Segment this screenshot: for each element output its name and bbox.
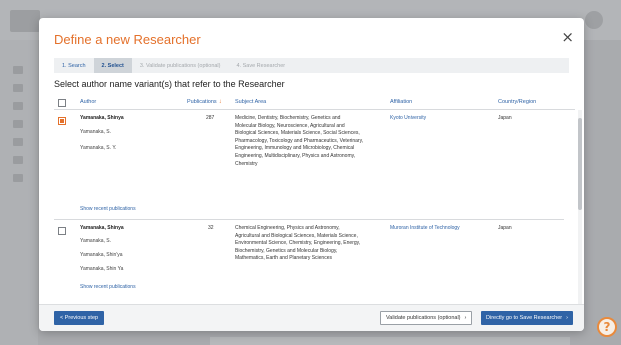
show-recent-publications-link[interactable]: Show recent publications xyxy=(80,284,136,290)
subject-line: Engineering, Multidisciplinary, Physics … xyxy=(235,152,356,159)
header-subject-area[interactable]: Subject Area xyxy=(235,99,266,105)
stepper-filler xyxy=(293,58,569,73)
header-author[interactable]: Author xyxy=(80,99,96,105)
go-to-save-researcher-button[interactable]: Directly go to Save Researcher › xyxy=(481,311,573,325)
author-variant: Yamanaka, S. Y. xyxy=(80,145,117,151)
previous-step-button[interactable]: < Previous step xyxy=(54,311,105,325)
subject-line: Pharmacology, Toxicology and Pharmaceuti… xyxy=(235,137,364,144)
subject-area: Chemical Engineering, Physics and Astron… xyxy=(235,225,385,263)
validate-publications-button[interactable]: Validate publications (optional) › xyxy=(380,311,473,325)
go-to-save-researcher-label: Directly go to Save Researcher xyxy=(486,315,563,321)
step-search[interactable]: 1. Search xyxy=(54,58,94,73)
subject-line: Biochemistry, Genetics and Molecular Bio… xyxy=(235,247,338,254)
author-variant: Yamanaka, S. xyxy=(80,238,112,244)
subject-line: Chemical Engineering, Physics and Astron… xyxy=(235,225,340,231)
subject-line: Molecular Biology, Neuroscience, Agricul… xyxy=(235,122,345,129)
sort-down-arrow-icon: ↓ xyxy=(218,99,222,105)
step-save-researcher: 4. Save Researcher xyxy=(236,62,286,69)
author-variants-table: Author Publications ↓ Subject Area Affili… xyxy=(54,96,575,318)
step-select[interactable]: 2. Select xyxy=(93,58,132,73)
wizard-stepper: 1. Search 2. Select 3. Validate publicat… xyxy=(54,58,569,73)
background-nav-icon xyxy=(13,174,23,182)
author-variant: Yamanaka, Shin Ya xyxy=(80,266,124,272)
background-user-avatar xyxy=(585,11,603,29)
subject-line: Environmental Science, Chemistry, Engine… xyxy=(235,240,361,247)
subject-area: Medicine, Dentistry, Biochemistry, Genet… xyxy=(235,115,385,168)
validate-publications-label: Validate publications (optional) xyxy=(386,315,461,321)
dialog-footer: < Previous step Validate publications (o… xyxy=(39,304,584,331)
country: Japan xyxy=(498,225,512,231)
background-sidebar xyxy=(0,40,38,345)
publication-count: 287 xyxy=(206,115,215,121)
row-checkbox[interactable] xyxy=(58,227,66,235)
author-name: Yamanaka, Shinya xyxy=(80,115,124,121)
table-body: Yamanaka, Shinya Yamanaka, S. Yamanaka, … xyxy=(54,110,575,318)
select-all-checkbox[interactable] xyxy=(58,99,66,107)
header-country[interactable]: Country/Region xyxy=(498,99,536,105)
header-affiliation[interactable]: Affiliation xyxy=(390,99,412,105)
subject-line: Chemistry xyxy=(235,160,258,167)
table-scrollbar[interactable] xyxy=(578,110,582,315)
table-row: Yamanaka, Shinya Yamanaka, S. Yamanaka, … xyxy=(54,220,564,308)
subject-line: Agricultural and Biological Sciences, Ma… xyxy=(235,232,358,239)
close-icon[interactable]: × xyxy=(561,30,574,45)
step-validate-publications: 3. Validate publications (optional) xyxy=(139,62,221,69)
author-name: Yamanaka, Shinya xyxy=(80,225,124,231)
subject-line: Engineering, Immunology and Microbiology… xyxy=(235,145,355,152)
author-variant: Yamanaka, S. xyxy=(80,129,112,135)
background-nav-icon xyxy=(13,66,23,74)
subject-line: Biological Sciences, Materials Science, … xyxy=(235,130,360,137)
table-header: Author Publications ↓ Subject Area Affili… xyxy=(54,96,575,110)
header-publications-label: Publications xyxy=(187,99,217,105)
dialog-title: Define a new Researcher xyxy=(54,32,201,47)
subject-line: Mathematics, Earth and Planetary Science… xyxy=(235,255,332,262)
background-nav-icon xyxy=(13,156,23,164)
row-checkbox[interactable] xyxy=(58,117,66,125)
author-variant: Yamanaka, Shin'ya xyxy=(80,252,123,258)
show-recent-publications-link[interactable]: Show recent publications xyxy=(80,206,136,212)
background-logo xyxy=(10,10,40,32)
background-nav-icon xyxy=(13,120,23,128)
header-publications[interactable]: Publications ↓ xyxy=(187,99,222,105)
background-nav-icon xyxy=(13,138,23,146)
publication-count: 32 xyxy=(208,225,214,231)
country: Japan xyxy=(498,115,512,121)
affiliation-link[interactable]: Kyoto University xyxy=(390,115,426,123)
table-row: Yamanaka, Shinya Yamanaka, S. Yamanaka, … xyxy=(54,110,564,220)
scrollbar-thumb[interactable] xyxy=(578,118,582,210)
define-researcher-dialog: Define a new Researcher × 1. Search 2. S… xyxy=(39,18,584,331)
instruction-heading: Select author name variant(s) that refer… xyxy=(54,79,285,89)
chevron-right-icon: › xyxy=(464,315,467,321)
affiliation-link[interactable]: Muroran Institute of Technology xyxy=(390,225,460,233)
background-nav-icon xyxy=(13,84,23,92)
subject-line: Medicine, Dentistry, Biochemistry, Genet… xyxy=(235,115,341,121)
background-nav-icon xyxy=(13,102,23,110)
chevron-right-icon: › xyxy=(566,315,568,321)
help-icon[interactable]: ? xyxy=(597,317,617,337)
background-bottom-bar xyxy=(210,337,570,345)
